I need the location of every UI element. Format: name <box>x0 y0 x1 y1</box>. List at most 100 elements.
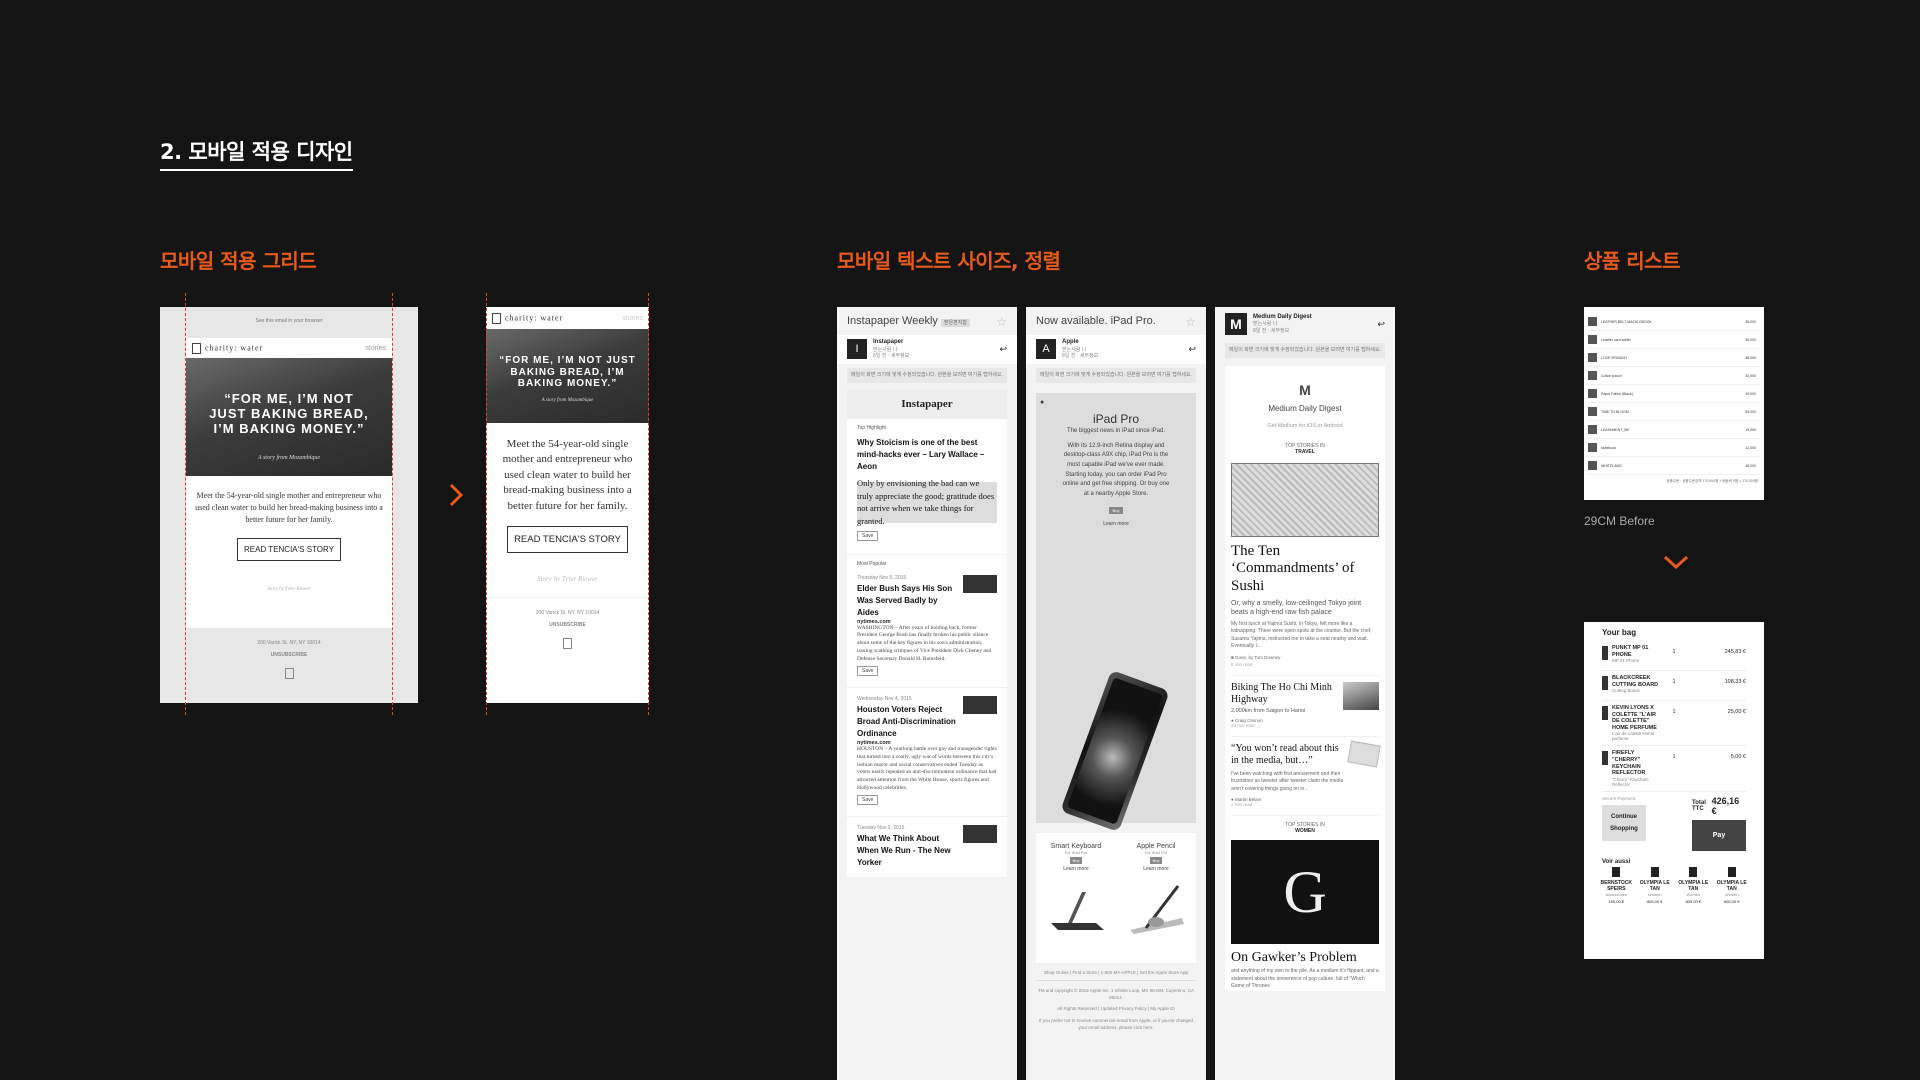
star-icon[interactable]: ☆ <box>996 315 1007 329</box>
charity-email-mobile: charity: water stories “FOR ME, I’M NOT … <box>486 307 649 703</box>
story-title[interactable]: The Ten ‘Commandments’ of Sushi <box>1231 543 1379 595</box>
reply-icon[interactable]: ↩ <box>1188 344 1196 355</box>
see-also-item[interactable]: OLYMPIA LE TAN Women 805,00 € <box>1637 866 1674 904</box>
story-excerpt: I've been watching with first amusement … <box>1231 770 1344 792</box>
unsubscribe-link[interactable]: UNSUBSCRIBE <box>486 622 649 628</box>
product-name: OLYMPIA LE TAN <box>1678 879 1709 892</box>
reply-icon[interactable]: ↩ <box>1377 319 1385 330</box>
see-also-item[interactable]: OLYMPIA LE TAN Women 805,00 € <box>1675 866 1712 904</box>
top-highlight-label: Top Highlight <box>857 424 886 431</box>
bag-items: PUNKT MP 01 PHONE MP 01 Phone 1 245,83 € BLA… <box>1584 641 1764 792</box>
product-price: 108,33 € <box>1724 679 1746 685</box>
charity-email-grid: See this email in your browser charity: … <box>160 307 418 703</box>
learn-more-link[interactable]: Learn more <box>1116 866 1196 872</box>
article-thumbnail <box>963 825 997 844</box>
product-name[interactable]: PUNKT MP 01 PHONE <box>1612 645 1660 658</box>
sender-name: Medium Daily Digest <box>1253 313 1312 320</box>
article-date: Thursday Nov 5, 2015 <box>857 574 907 581</box>
learn-more-link[interactable]: Learn more <box>1036 866 1116 872</box>
apple-email: Now available. iPad Pro. ☆ A Apple 받는사람 나8… <box>1026 307 1206 1080</box>
resize-notice[interactable]: 메일이 화면 크기에 맞게 수정되었습니다. 원본을 보려면 여기를 탭하세요. <box>1225 343 1385 358</box>
reply-icon[interactable]: ↩ <box>999 344 1007 355</box>
article-excerpt: HOUSTON – A yearlong battle over gay and… <box>857 746 997 791</box>
before-row: Cotton pouch 32,000 <box>1588 367 1760 385</box>
product-quantity[interactable]: 1 <box>1664 649 1684 655</box>
product-quantity[interactable]: 1 <box>1664 709 1684 715</box>
before-row: Leather card wallet 35,000 <box>1588 331 1760 349</box>
product-subtitle: MP 01 Phone <box>1612 658 1640 664</box>
product-list-after: Your bag PUNKT MP 01 PHONE MP 01 Phone 1 24… <box>1584 622 1764 959</box>
article-title[interactable]: Houston Voters Reject Broad Anti-Discrim… <box>857 704 957 740</box>
resize-notice[interactable]: 메일이 화면 크기에 맞게 수정되었습니다. 원본을 보려면 여기를 탭하세요. <box>847 367 1007 383</box>
buy-button[interactable]: Buy <box>1108 507 1124 515</box>
browser-link[interactable]: See this email in your browser <box>160 307 418 324</box>
sender-name: Instapaper <box>873 339 904 345</box>
section-name: WOMEN <box>1295 828 1315 835</box>
article-source: nytimes.com <box>857 618 891 625</box>
product-thumbnail <box>1588 335 1597 344</box>
star-icon[interactable]: ☆ <box>1185 315 1196 329</box>
footer-policy-links[interactable]: All Rights Reserved | Updated Privacy Po… <box>1036 1005 1196 1012</box>
read-story-button[interactable]: READ TENCIA'S STORY <box>237 538 341 561</box>
product-name[interactable]: FIREFLY "CHERRY" KEYCHAIN REFLECTOR <box>1612 750 1660 776</box>
product-price: 39,000 <box>1745 391 1756 396</box>
story-title[interactable]: “You won’t read about this in the media,… <box>1231 743 1345 767</box>
unsubscribe-link[interactable]: UNSUBSCRIBE <box>160 652 418 658</box>
product-name[interactable]: BLACKCREEK CUTTING BOARD <box>1612 675 1660 688</box>
stories-link[interactable]: stories <box>622 315 643 322</box>
timestamp: 8일 전 · 세부정보 <box>873 353 910 360</box>
product-price: 45,000 <box>1745 463 1756 468</box>
get-app-link[interactable]: Get Medium for iOS or Android <box>1231 423 1379 429</box>
jerrycan-icon <box>192 342 201 354</box>
story-thumbnail <box>1347 740 1381 768</box>
story-subtitle: Or, why a smelly, low-ceilinged Tokyo jo… <box>1231 599 1362 616</box>
product-quantity[interactable]: 1 <box>1664 754 1684 760</box>
keyboard-title: Smart Keyboard <box>1050 842 1102 850</box>
buy-button[interactable]: Buy <box>1149 856 1163 864</box>
before-table: LEATHER BELT MACKLEBOOK 35,000 Leather car… <box>1584 307 1764 475</box>
read-story-button[interactable]: READ TENCIA'S STORY <box>507 525 628 553</box>
continue-shopping-button[interactable]: Continue Shopping <box>1602 804 1646 841</box>
product-price: 155,00 € <box>1608 898 1625 904</box>
story-title[interactable]: On Gawker’s Problem <box>1231 950 1379 966</box>
save-button[interactable]: Save <box>857 530 879 541</box>
story-title[interactable]: Biking The Ho Chi Minh Highway <box>1231 682 1339 706</box>
product-thumbnail <box>1689 866 1698 877</box>
buy-button[interactable]: Buy <box>1069 856 1083 864</box>
charity-logo: charity: water <box>492 312 563 324</box>
product-name: BERNSTOCK SPEIRS <box>1600 879 1633 892</box>
footer-copyright: TM and copyright © 2015 Apple Inc. 1 Inf… <box>1038 987 1194 1001</box>
jerrycan-icon <box>492 312 501 324</box>
stories-link[interactable]: stories <box>365 345 386 352</box>
product-list-before: LEATHER BELT MACKLEBOOK 35,000 Leather car… <box>1584 307 1764 500</box>
save-button[interactable]: Save <box>857 795 879 806</box>
product-thumbnail <box>1602 706 1608 720</box>
author[interactable]: Gone, by Tom Downey <box>1235 655 1280 660</box>
article-title[interactable]: Elder Bush Says His Son Was Served Badly… <box>857 583 957 619</box>
footer-links[interactable]: Shop Online | Find a Store | 1-800-MY-AP… <box>1036 969 1196 981</box>
save-button[interactable]: Save <box>857 666 879 677</box>
article-title[interactable]: What We Think About When We Run - The Ne… <box>857 833 957 869</box>
pay-button[interactable]: Pay <box>1692 819 1746 851</box>
product-thumbnail <box>1602 751 1608 766</box>
chevron-down-icon <box>1663 555 1689 570</box>
footer-unsubscribe[interactable]: If you prefer not to receive commercial … <box>1036 1017 1196 1031</box>
most-popular-label: Most Popular <box>857 560 887 567</box>
pencil-subtitle: For iPad Pro <box>1144 849 1168 855</box>
resize-notice[interactable]: 메일이 화면 크기에 맞게 수정되었습니다. 원본을 보려면 여기를 탭하세요. <box>1036 367 1196 383</box>
grid-guide-line <box>392 293 393 715</box>
section-title: 2. 모바일 적용 디자인 <box>160 136 353 171</box>
see-also-item[interactable]: OLYMPIA LE TAN Women 805,00 € <box>1714 866 1751 904</box>
hero-quote: “FOR ME, I’M NOT JUST BAKING BREAD, I’M … <box>499 355 636 389</box>
learn-more-link[interactable]: Learn more <box>1036 521 1196 527</box>
product-name: OLYMPIA LE TAN <box>1716 879 1747 892</box>
see-also-item[interactable]: BERNSTOCK SPEIRS Accessories 155,00 € <box>1598 866 1635 904</box>
article-title[interactable]: Why Stoicism is one of the best mind-hac… <box>857 437 997 473</box>
product-quantity[interactable]: 1 <box>1664 679 1684 685</box>
bag-item: BLACKCREEK CUTTING BOARD Cutting Board 1 10… <box>1602 671 1746 701</box>
pencil-image <box>1130 884 1184 934</box>
product-price: 805,00 € <box>1685 898 1702 904</box>
product-price: 32,000 <box>1745 373 1756 378</box>
product-name[interactable]: KEVIN LYONS X COLETTE "L'AIR DE COLETTE"… <box>1612 705 1660 731</box>
product-price: 805,00 € <box>1723 898 1740 904</box>
